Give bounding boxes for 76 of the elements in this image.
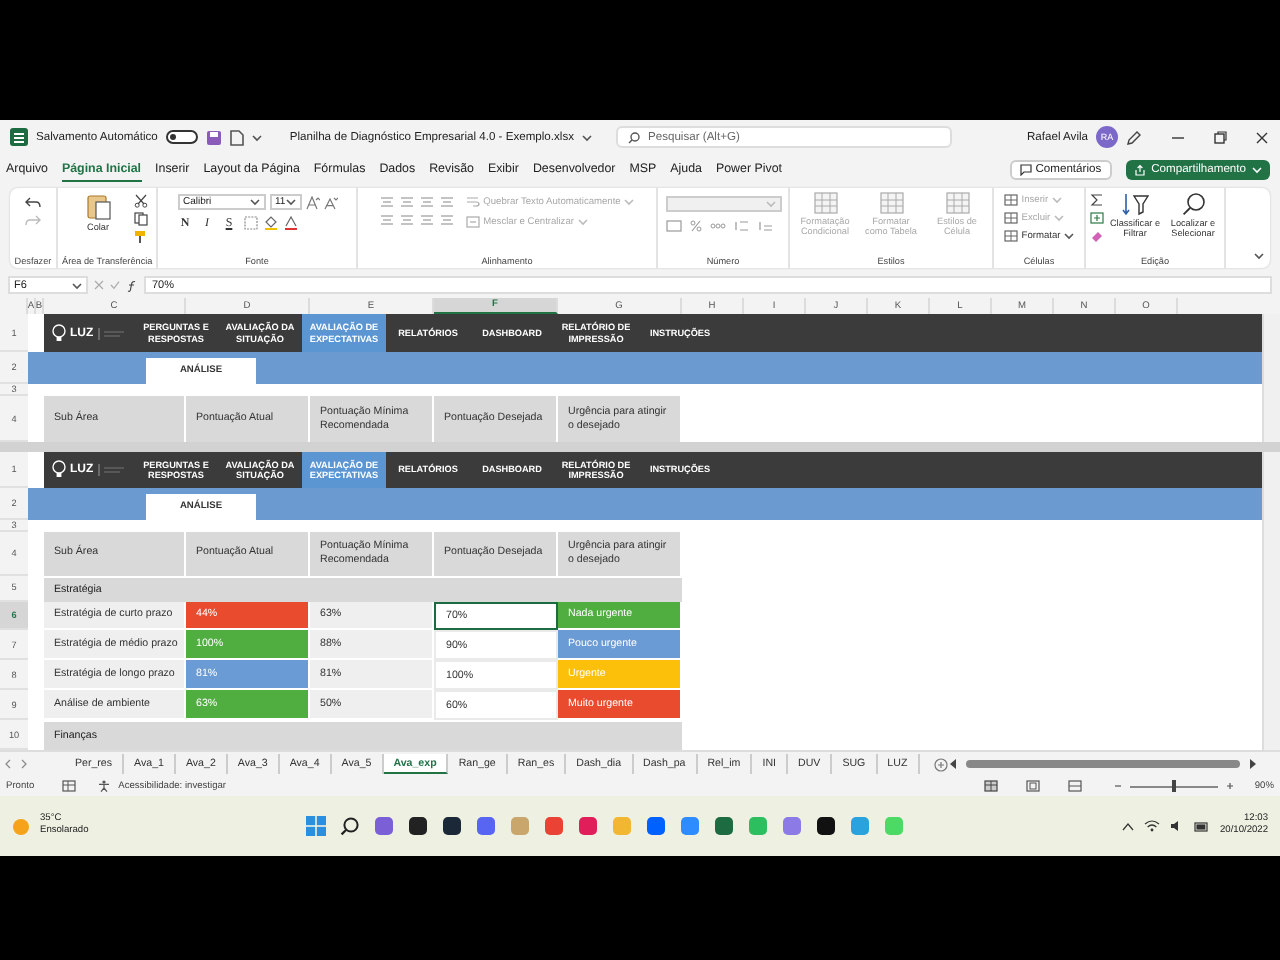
cell-icon <box>1003 230 1018 242</box>
divider-icon <box>97 327 126 339</box>
cell-icon <box>1003 212 1018 224</box>
next-sheet-icon[interactable] <box>16 758 32 770</box>
percent-icon[interactable] <box>689 220 701 232</box>
fill-down-icon[interactable] <box>1090 212 1104 224</box>
number-format-field[interactable] <box>665 196 781 212</box>
document-icon[interactable] <box>229 129 244 145</box>
lines-icon <box>399 214 414 226</box>
save-icon[interactable] <box>205 129 222 145</box>
pen-icon[interactable] <box>1126 129 1142 145</box>
cell-icon <box>1003 194 1018 206</box>
autosave-toggle[interactable] <box>165 130 198 144</box>
app-icon[interactable] <box>442 816 463 836</box>
search-icon <box>628 131 640 143</box>
app-icon[interactable] <box>408 816 429 836</box>
restore-icon[interactable] <box>1212 129 1228 145</box>
eraser-icon[interactable] <box>1090 230 1104 242</box>
magnifier-icon[interactable] <box>1181 192 1205 216</box>
app-icon[interactable] <box>816 816 837 836</box>
wifi-icon[interactable] <box>1143 820 1160 832</box>
lines-icon <box>399 196 414 208</box>
share-icon <box>1133 164 1146 176</box>
caret-icon[interactable] <box>72 281 82 289</box>
grow-font-icon[interactable] <box>305 195 319 209</box>
close-icon[interactable] <box>1254 129 1270 145</box>
lightbulb-icon <box>52 460 66 479</box>
scroll-left-icon[interactable] <box>948 758 959 770</box>
caret-icon[interactable] <box>285 198 296 206</box>
divider-icon <box>97 463 126 476</box>
caret-icon[interactable] <box>249 198 259 206</box>
lightbulb-icon <box>52 324 66 342</box>
function-icon[interactable] <box>126 279 138 291</box>
zoom-out-icon[interactable] <box>1114 782 1123 790</box>
lines-icon <box>419 214 434 226</box>
normal-view-icon[interactable] <box>984 780 999 792</box>
windows-logo-icon[interactable] <box>306 816 327 836</box>
spreadsheet-logo-icon <box>10 128 28 146</box>
page-break-icon[interactable] <box>1068 780 1083 792</box>
wrap-text-icon <box>465 196 480 208</box>
zoom-in-icon[interactable] <box>1226 782 1235 790</box>
previous-sheet-icon[interactable] <box>0 758 16 770</box>
page-layout-icon[interactable] <box>1026 780 1041 792</box>
caret-icon[interactable] <box>1254 252 1264 260</box>
horizontal-scrollbar[interactable] <box>966 760 1241 768</box>
search-icon[interactable] <box>340 816 361 836</box>
brush-icon[interactable] <box>133 230 147 244</box>
lines-icon <box>439 196 454 208</box>
scissors-icon[interactable] <box>133 194 147 208</box>
lines-icon <box>379 214 394 226</box>
clipboard-icon[interactable] <box>84 192 112 220</box>
fill-color-icon[interactable] <box>263 216 277 230</box>
scroll-right-icon[interactable] <box>1248 758 1259 770</box>
vertical-scrollbar[interactable] <box>1262 452 1280 750</box>
sheet-icon <box>62 780 77 792</box>
chevron-up-icon[interactable] <box>1121 821 1134 831</box>
battery-icon[interactable] <box>1193 821 1210 831</box>
slider-thumb[interactable] <box>1172 780 1177 792</box>
speaker-icon[interactable] <box>1169 820 1184 832</box>
sum-icon[interactable] <box>1090 194 1104 206</box>
shrink-font-icon[interactable] <box>323 195 337 209</box>
add-sheet-icon[interactable] <box>934 757 949 771</box>
copy-icon[interactable] <box>133 212 147 226</box>
caret-icon[interactable] <box>251 133 262 141</box>
font-color-icon[interactable] <box>283 216 297 230</box>
caret-icon[interactable] <box>582 133 592 141</box>
lines-icon <box>439 214 454 226</box>
merge-icon <box>465 216 480 228</box>
comment-icon <box>1019 164 1032 176</box>
sort-filter-icon[interactable] <box>1121 192 1149 216</box>
sun-icon <box>12 817 30 835</box>
lines-icon <box>419 196 434 208</box>
accessibility-icon[interactable] <box>98 780 111 792</box>
undo-icon[interactable] <box>24 196 42 210</box>
vertical-scrollbar[interactable] <box>1262 314 1280 442</box>
lines-icon <box>379 196 394 208</box>
